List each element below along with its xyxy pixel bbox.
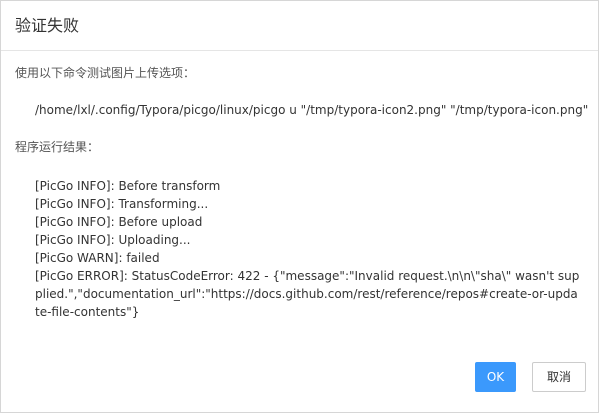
command-text: /home/lxl/.config/Typora/picgo/linux/pic… bbox=[35, 103, 589, 117]
log-line: [PicGo INFO]: Before transform bbox=[35, 179, 221, 193]
result-label: 程序运行结果： bbox=[15, 140, 100, 154]
log-line-error: [PicGo ERROR]: StatusCodeError: 422 - {"… bbox=[35, 269, 580, 319]
cancel-button[interactable]: 取消 bbox=[532, 362, 586, 392]
dialog-footer: OK 取消 bbox=[1, 352, 598, 412]
log-line: [PicGo WARN]: failed bbox=[35, 251, 160, 265]
log-line: [PicGo INFO]: Before upload bbox=[35, 215, 203, 229]
log-line: [PicGo INFO]: Uploading... bbox=[35, 233, 191, 247]
log-output: [PicGo INFO]: Before transform [PicGo IN… bbox=[35, 177, 580, 321]
validation-failed-dialog: 验证失败 使用以下命令测试图片上传选项： /home/lxl/.config/T… bbox=[0, 0, 599, 413]
log-line: [PicGo INFO]: Transforming... bbox=[35, 197, 209, 211]
command-label: 使用以下命令测试图片上传选项： bbox=[15, 66, 196, 80]
dialog-title: 验证失败 bbox=[15, 16, 80, 35]
dialog-header: 验证失败 bbox=[1, 1, 598, 51]
ok-button[interactable]: OK bbox=[475, 362, 516, 392]
